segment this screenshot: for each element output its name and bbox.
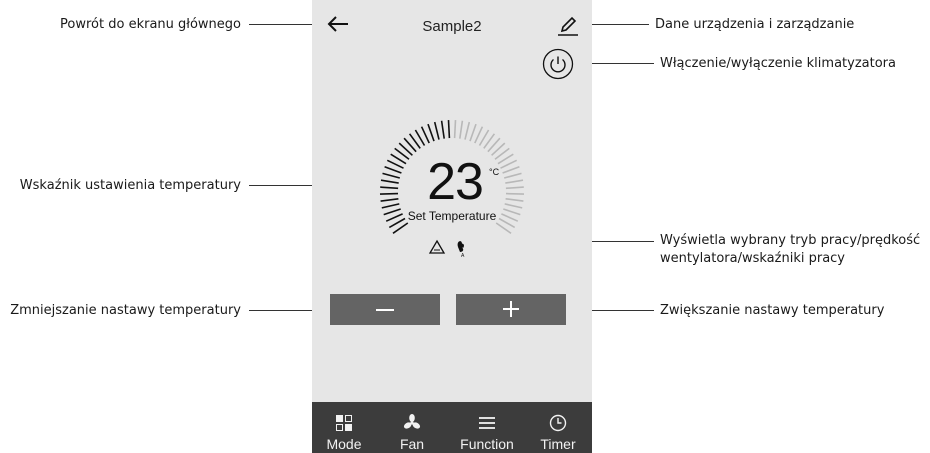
menu-icon [479,417,495,429]
bottom-nav: Mode Fan Function Timer [312,402,592,453]
dial-tick [453,120,457,139]
annotation-mode-display-line1: Wyświetla wybrany tryb pracy/prędkość [660,233,921,248]
dial-tick [459,120,464,139]
mode-icon [336,415,352,431]
leader-back [249,24,316,25]
annotation-mode-display-line2: wentylatora/wskaźniki pracy [660,251,846,266]
dial-tick [381,203,400,209]
dial-tick [427,123,435,142]
svg-text:A: A [461,253,465,258]
clock-icon [549,414,567,432]
dial-tick [380,198,399,202]
nav-timer-label: Timer [540,436,576,452]
nav-function[interactable]: Function [454,402,520,453]
leader-decrease [249,310,316,311]
leader-device [585,24,649,25]
annotation-device: Dane urządzenia i zarządzanie [655,17,855,32]
mode-status-icons: A [428,239,465,258]
nav-mode-label: Mode [326,436,362,452]
dial-tick [505,186,524,190]
plus-icon-vertical [510,301,512,317]
dial-tick [474,126,484,144]
nav-fan[interactable]: Fan [392,402,432,453]
minus-icon [376,309,394,311]
fan-icon [403,414,421,429]
dial-tick [505,198,524,202]
dial-tick [433,121,440,140]
dial-tick [502,165,520,174]
pencil-icon[interactable] [556,14,580,38]
dial-tick [505,192,525,195]
annotation-back: Powrót do ekranu głównego [60,17,241,32]
nav-mode[interactable]: Mode [320,402,368,453]
dial-tick [469,123,477,142]
dial-tick [379,192,399,195]
dial-tick [380,186,399,190]
dial-tick [440,120,445,139]
top-bar: Sample2 [312,0,592,54]
temperature-unit: °C [489,167,500,177]
triangle-recycle-icon [428,239,446,254]
annotation-decrease: Zmniejszanie nastawy temperatury [10,303,241,318]
dial-tick [420,126,430,144]
leader-increase [585,310,654,311]
fan-auto-icon: A [457,241,465,258]
phone-screen: Sample2 23 °C Set Temperature A Mode Fan… [312,0,592,453]
nav-timer[interactable]: Timer [534,402,582,453]
nav-fan-label: Fan [399,436,425,452]
dial-tick [384,165,402,174]
dial-tick [382,172,401,179]
dial-tick [503,172,522,179]
power-button[interactable] [542,48,574,80]
page-title: Sample2 [422,18,482,35]
dial-tick [505,179,524,184]
dial-tick [504,203,523,209]
decrease-temperature-button[interactable] [330,294,440,325]
nav-function-label: Function [460,436,514,452]
annotation-power: Włączenie/wyłączenie klimatyzatora [660,56,896,71]
annotation-temp-indicator: Wskaźnik ustawienia temperatury [19,178,241,193]
temperature-value: 23 [427,153,484,211]
dial-tick [464,121,471,140]
dial-tick [380,179,399,184]
increase-temperature-button[interactable] [456,294,566,325]
dial-tick [447,120,451,139]
set-temperature-label: Set Temperature [407,209,497,223]
annotation-increase: Zwiększanie nastawy temperatury [660,303,885,318]
